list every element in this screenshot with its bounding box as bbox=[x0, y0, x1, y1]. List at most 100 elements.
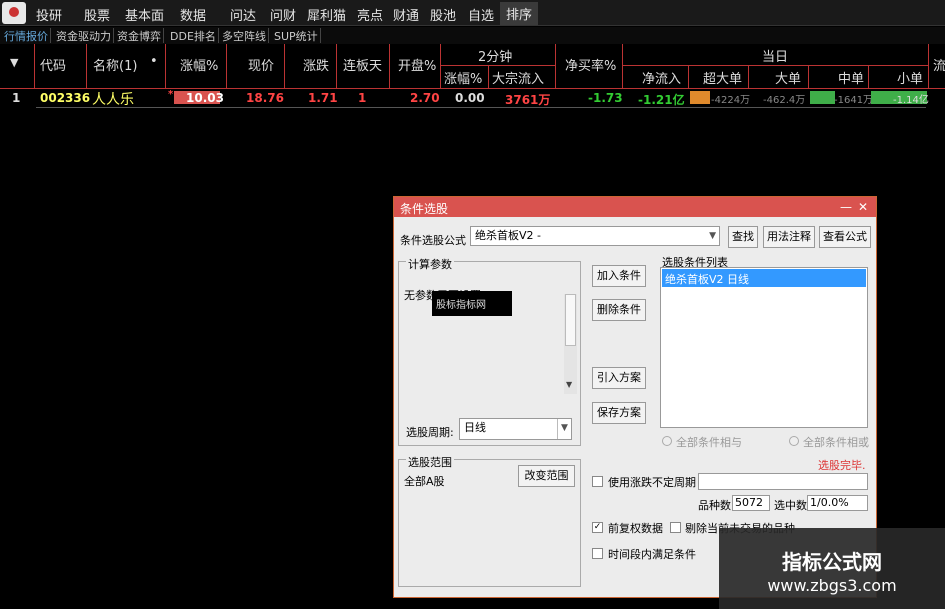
add-condition-button[interactable]: 加入条件 bbox=[592, 265, 646, 287]
super-large-bar bbox=[690, 91, 710, 104]
dialog-title: 条件选股 bbox=[400, 202, 449, 216]
menu-item-research[interactable]: 投研 bbox=[36, 5, 62, 24]
condition-item-label: 绝杀首板V2 日线 bbox=[665, 273, 750, 286]
col-change-pct[interactable]: 涨幅% bbox=[180, 55, 218, 74]
selected-value: 1/0.0% bbox=[810, 496, 849, 509]
scrollbar-thumb[interactable] bbox=[565, 294, 576, 346]
tab-sup-stats[interactable]: SUP统计 bbox=[272, 28, 321, 43]
scope-group-title: 选股范围 bbox=[406, 454, 454, 470]
count-value: 5072 bbox=[735, 496, 763, 509]
col-medium[interactable]: 中单 bbox=[838, 68, 864, 87]
tab-fund-game[interactable]: 资金博弈 bbox=[115, 28, 164, 43]
radio-and[interactable] bbox=[662, 436, 672, 446]
col-super-large[interactable]: 超大单 bbox=[703, 68, 742, 87]
params-scrollbar[interactable]: ▼ bbox=[564, 294, 577, 394]
col-two-min-change[interactable]: 涨幅% bbox=[444, 68, 482, 87]
col-large[interactable]: 大单 bbox=[775, 68, 801, 87]
col-dot: • bbox=[150, 54, 158, 69]
divider bbox=[226, 44, 227, 88]
selected-field: 1/0.0% bbox=[807, 495, 868, 511]
menu-item-watchlist[interactable]: 自选 bbox=[468, 5, 494, 24]
menu-item-stocks[interactable]: 股票 bbox=[84, 5, 110, 24]
divider bbox=[622, 44, 623, 88]
menu-item-stock-pool[interactable]: 股池 bbox=[430, 5, 456, 24]
import-plan-button[interactable]: 引入方案 bbox=[592, 367, 646, 389]
menu-item-highlights[interactable]: 亮点 bbox=[357, 5, 383, 24]
col-more[interactable]: 流 bbox=[933, 55, 945, 74]
row-underline bbox=[36, 107, 926, 108]
scope-value: 全部A股 bbox=[404, 475, 445, 488]
close-icon[interactable]: ✕ bbox=[858, 200, 868, 214]
unfixed-period-checkbox[interactable] bbox=[592, 476, 603, 487]
menu-item-data[interactable]: 数据 bbox=[180, 5, 206, 24]
period-select-value: 日线 bbox=[464, 421, 486, 434]
menu-item-sort[interactable]: 排序 bbox=[500, 2, 539, 25]
tab-fund-drive[interactable]: 资金驱动力 bbox=[54, 28, 114, 43]
find-button[interactable]: 查找 bbox=[728, 226, 758, 248]
sort-arrow-icon[interactable]: ▼ bbox=[10, 56, 18, 69]
col-block-inflow[interactable]: 大宗流入 bbox=[492, 68, 544, 87]
col-net-buy-rate[interactable]: 净买率% bbox=[565, 55, 616, 74]
radio-or[interactable] bbox=[789, 436, 799, 446]
unfixed-period-field[interactable] bbox=[698, 473, 868, 490]
params-group-title: 计算参数 bbox=[406, 256, 454, 272]
menu-item-caitong[interactable]: 财通 bbox=[393, 5, 419, 24]
medium-bar bbox=[810, 91, 835, 104]
cell-flag: * bbox=[168, 89, 174, 100]
formula-select-value: 绝杀首板V2 - bbox=[475, 229, 541, 242]
col-open-pct[interactable]: 开盘% bbox=[398, 55, 436, 74]
col-group-today: 当日 bbox=[762, 50, 789, 65]
scroll-down-icon[interactable]: ▼ bbox=[566, 380, 572, 389]
col-group-two-min: 2分钟 bbox=[478, 50, 513, 65]
watermark-url: www.zbgs3.com bbox=[767, 576, 897, 595]
menu-item-fundamentals[interactable]: 基本面 bbox=[125, 5, 164, 24]
count-field: 5072 bbox=[732, 495, 770, 511]
delete-condition-button[interactable]: 删除条件 bbox=[592, 299, 646, 321]
cell-change-pct: 10.03 bbox=[186, 91, 224, 105]
cell-price: 18.76 bbox=[246, 91, 284, 105]
app-logo[interactable] bbox=[2, 2, 26, 24]
top-menu-bar: 投研 股票 基本面 数据 问达 问财 犀利猫 亮点 财通 股池 自选 排序 bbox=[0, 0, 945, 26]
col-name[interactable]: 名称(1) bbox=[93, 55, 137, 74]
tab-long-short[interactable]: 多空阵线 bbox=[220, 28, 269, 43]
exclude-untraded-checkbox[interactable] bbox=[670, 522, 681, 533]
chevron-down-icon: ▼ bbox=[709, 231, 716, 241]
col-net-inflow[interactable]: 净流入 bbox=[642, 68, 681, 87]
cell-limit-days: 1 bbox=[358, 91, 367, 105]
period-label: 选股周期: bbox=[406, 426, 454, 439]
list-item[interactable]: 绝杀首板V2 日线 bbox=[662, 269, 866, 287]
divider bbox=[622, 65, 928, 66]
divider bbox=[165, 44, 166, 88]
change-scope-button[interactable]: 改变范围 bbox=[518, 465, 575, 487]
time-range-checkbox[interactable] bbox=[592, 548, 603, 559]
col-small[interactable]: 小单 bbox=[897, 68, 923, 87]
col-change[interactable]: 涨跌 bbox=[303, 55, 329, 74]
col-code[interactable]: 代码 bbox=[40, 55, 66, 74]
cell-medium: -1641万 bbox=[834, 95, 874, 106]
watermark-overlay-box: 股标指标网 bbox=[432, 291, 512, 316]
minimize-icon[interactable]: — bbox=[840, 200, 852, 214]
menu-item-wenda[interactable]: 问达 bbox=[230, 5, 256, 24]
divider bbox=[336, 44, 337, 88]
divider bbox=[389, 44, 390, 88]
usage-notes-button[interactable]: 用法注释 bbox=[763, 226, 815, 248]
tab-dde-rank[interactable]: DDE排名 bbox=[168, 28, 219, 43]
radio-or-label: 全部条件相或 bbox=[803, 436, 869, 449]
view-formula-button[interactable]: 查看公式 bbox=[819, 226, 871, 248]
conditions-list[interactable]: 绝杀首板V2 日线 bbox=[660, 267, 868, 428]
dialog-titlebar[interactable]: 条件选股 — ✕ bbox=[394, 197, 876, 217]
menu-item-xilimao[interactable]: 犀利猫 bbox=[307, 5, 346, 24]
col-limit-days[interactable]: 连板天 bbox=[343, 55, 382, 74]
save-plan-button[interactable]: 保存方案 bbox=[592, 402, 646, 424]
adjust-checkbox[interactable]: ✓ bbox=[592, 522, 603, 533]
period-select[interactable]: 日线 ▼ bbox=[459, 418, 572, 440]
divider bbox=[688, 66, 689, 88]
divider bbox=[488, 66, 489, 88]
cell-name: 人人乐 bbox=[92, 92, 134, 108]
formula-select[interactable]: 绝杀首板V2 - ▼ bbox=[470, 226, 720, 246]
menu-item-wencai[interactable]: 问财 bbox=[270, 5, 296, 24]
col-price[interactable]: 现价 bbox=[248, 55, 274, 74]
tab-quotes[interactable]: 行情报价 bbox=[2, 28, 51, 43]
cell-net-buy-rate: -1.73 bbox=[588, 91, 623, 105]
radio-and-label: 全部条件相与 bbox=[676, 436, 742, 449]
